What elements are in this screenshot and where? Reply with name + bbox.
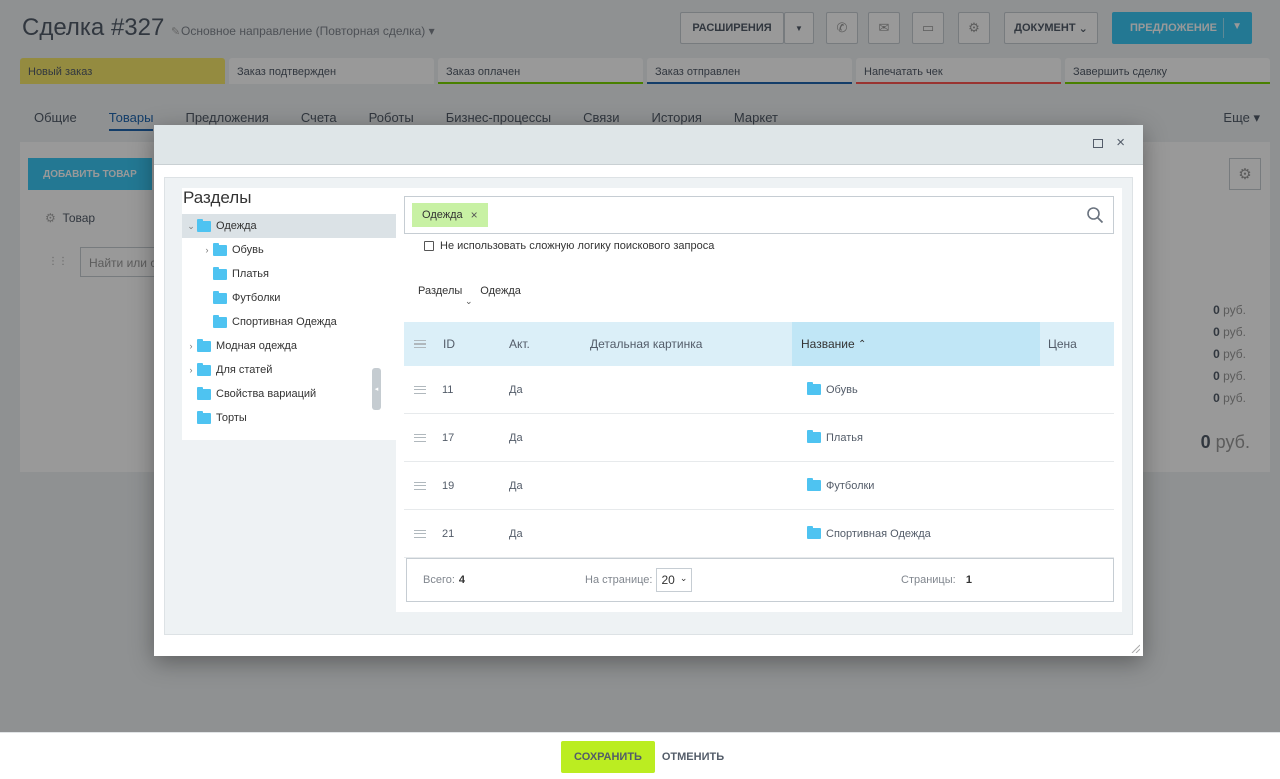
column-id[interactable]: ID	[443, 322, 455, 366]
tree-item[interactable]: › Модная одежда	[182, 334, 398, 358]
resize-handle-icon[interactable]	[1130, 643, 1140, 653]
grid-header: ID Акт. Детальная картинка Название ⌃ Це…	[404, 322, 1114, 366]
row-id: 17	[442, 431, 455, 444]
simple-search-checkbox[interactable]	[424, 241, 434, 251]
filter-search-box[interactable]: Одежда ×	[404, 196, 1114, 234]
row-drag-icon[interactable]	[414, 510, 426, 557]
tree-item[interactable]: › Для статей	[182, 358, 398, 382]
tree-item-label: Модная одежда	[216, 340, 297, 352]
chevron-down-icon[interactable]: ⌄	[465, 296, 473, 307]
tree-item-label: Для статей	[216, 364, 273, 376]
close-icon[interactable]: ×	[1116, 135, 1125, 150]
tree-item[interactable]: Свойства вариаций	[182, 382, 398, 406]
maximize-icon[interactable]	[1093, 139, 1103, 148]
chevron-icon[interactable]: ›	[185, 341, 197, 351]
row-drag-icon[interactable]	[414, 462, 426, 509]
folder-icon	[213, 266, 227, 280]
total-count: Всего: 4	[423, 574, 466, 586]
row-drag-icon[interactable]	[414, 366, 426, 413]
tree-item-label: Свойства вариаций	[216, 388, 317, 400]
sort-asc-icon: ⌃	[857, 338, 867, 350]
remove-tag-icon[interactable]: ×	[471, 208, 478, 222]
search-icon[interactable]	[1086, 206, 1104, 224]
folder-icon	[197, 338, 211, 352]
folder-icon	[197, 362, 211, 376]
tree-item-label: Платья	[232, 268, 269, 280]
table-row[interactable]: 17 Да Платья	[404, 414, 1114, 462]
simple-search-option[interactable]: Не использовать сложную логику поисковог…	[424, 240, 714, 252]
row-drag-icon[interactable]	[414, 414, 426, 461]
tree-item-label: Одежда	[216, 220, 257, 232]
row-name[interactable]: Обувь	[807, 366, 858, 413]
folder-icon	[807, 430, 821, 443]
row-name[interactable]: Футболки	[807, 462, 874, 509]
tree-item[interactable]: Торты	[182, 406, 398, 430]
row-name[interactable]: Платья	[807, 414, 863, 461]
folder-icon	[197, 410, 211, 424]
chevron-icon[interactable]: ›	[201, 245, 213, 255]
table-row[interactable]: 21 Да Спортивная Одежда	[404, 510, 1114, 558]
dialog-body: Разделы ⌄ Одежда › Обувь Платья Футболки Спорт…	[164, 177, 1133, 635]
filter-tag[interactable]: Одежда ×	[412, 203, 488, 227]
tree-item[interactable]: › Обувь	[182, 238, 398, 262]
product-select-dialog: × Разделы ⌄ Одежда › Обувь Платья Футболки Спо…	[154, 125, 1143, 656]
row-id: 11	[442, 383, 454, 396]
per-page: На странице: 20 ⌄	[585, 559, 693, 601]
row-active: Да	[509, 383, 523, 396]
page-link[interactable]: 1	[966, 574, 972, 586]
tree-item[interactable]: Спортивная Одежда	[182, 310, 398, 334]
breadcrumb-item[interactable]: Разделы	[418, 285, 462, 297]
folder-icon	[213, 314, 227, 328]
row-active: Да	[509, 527, 523, 540]
table-row[interactable]: 11 Да Обувь	[404, 366, 1114, 414]
folder-icon	[807, 478, 821, 491]
folder-icon	[197, 218, 211, 232]
table-row[interactable]: 19 Да Футболки	[404, 462, 1114, 510]
row-active: Да	[509, 479, 523, 492]
tree-item-label: Торты	[216, 412, 247, 424]
folder-icon	[807, 526, 821, 539]
save-button[interactable]: СОХРАНИТЬ	[561, 741, 655, 773]
catalog-panel: Одежда × Не использовать сложную логику …	[396, 188, 1122, 612]
tree-item-label: Футболки	[232, 292, 281, 304]
chevron-down-icon: ⌄	[679, 573, 688, 583]
chevron-icon[interactable]: ⌄	[185, 221, 197, 232]
column-price[interactable]: Цена	[1048, 322, 1077, 366]
page-footer: СОХРАНИТЬ ОТМЕНИТЬ	[0, 732, 1280, 779]
sections-title: Разделы	[183, 188, 252, 207]
tree-collapse-handle[interactable]: ◂	[372, 368, 381, 410]
per-page-select[interactable]: 20 ⌄	[656, 568, 693, 592]
column-active[interactable]: Акт.	[509, 322, 530, 366]
folder-icon	[197, 386, 211, 400]
breadcrumb-item[interactable]: Одежда	[480, 285, 521, 297]
tree-item[interactable]: ⌄ Одежда	[182, 214, 398, 238]
cancel-button[interactable]: ОТМЕНИТЬ	[660, 741, 726, 773]
sections-tree: Разделы ⌄ Одежда › Обувь Платья Футболки Спорт…	[182, 188, 398, 440]
tree-item[interactable]: Футболки	[182, 286, 398, 310]
row-name[interactable]: Спортивная Одежда	[807, 510, 931, 557]
folder-icon	[213, 242, 227, 256]
tree-item-label: Спортивная Одежда	[232, 316, 337, 328]
column-name[interactable]: Название ⌃	[801, 322, 866, 366]
row-active: Да	[509, 431, 523, 444]
grid-menu-icon[interactable]	[414, 322, 426, 366]
chevron-icon[interactable]: ›	[185, 365, 197, 375]
grid-footer: Всего: 4 На странице: 20 ⌄ Страницы: 1	[406, 558, 1114, 602]
tree-item[interactable]: Платья	[182, 262, 398, 286]
row-id: 19	[442, 479, 455, 492]
row-id: 21	[442, 527, 455, 540]
pagination: Страницы: 1	[901, 574, 972, 586]
dialog-header[interactable]: ×	[154, 125, 1143, 165]
tree-item-label: Обувь	[232, 244, 264, 256]
folder-icon	[807, 382, 821, 395]
folder-icon	[213, 290, 227, 304]
column-picture[interactable]: Детальная картинка	[590, 322, 702, 366]
